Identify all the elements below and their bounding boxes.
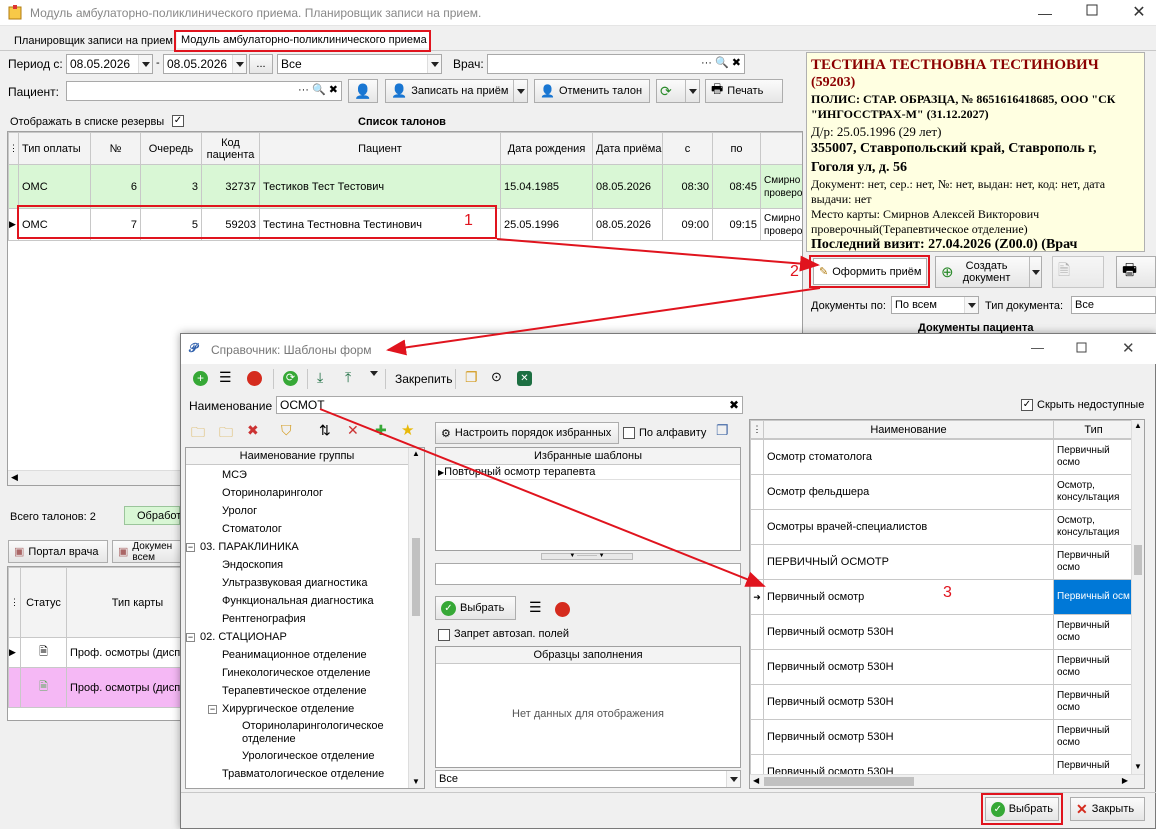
- arrow-filter-to-result: [319, 408, 766, 587]
- annotation-arrows: [319, 238, 821, 587]
- arrow-2-to-dialog: [386, 287, 821, 356]
- arrow-1-to-2: [496, 238, 820, 272]
